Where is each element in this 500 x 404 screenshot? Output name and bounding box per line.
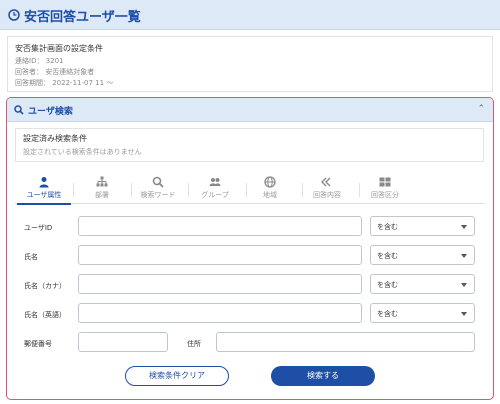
name-kana-input[interactable] xyxy=(78,274,362,294)
clock-icon xyxy=(8,9,20,21)
applied-conditions-box: 設定済み検索条件 設定されている検索条件はありません xyxy=(15,128,484,162)
page-header: 安否回答ユーザ一覧 xyxy=(0,0,500,30)
applied-conditions-empty: 設定されている検索条件はありません xyxy=(23,148,142,156)
user-search-title: ユーザ検索 xyxy=(28,107,73,117)
tab-search-word[interactable]: 検索ワード xyxy=(131,172,185,204)
caret-down-icon xyxy=(461,254,467,258)
org-tree-icon xyxy=(96,176,108,187)
name-english-label: 氏名（英語） xyxy=(24,311,66,319)
page-title: 安否回答ユーザ一覧 xyxy=(24,10,141,25)
postal-code-label: 郵便番号 xyxy=(24,340,52,348)
magnifier-icon xyxy=(152,176,164,188)
tab-department[interactable]: 部署 xyxy=(75,172,129,204)
settings-title: 安否集計画面の設定条件 xyxy=(15,44,103,53)
grid-icon xyxy=(379,177,391,187)
tab-user-attributes[interactable]: ユーザ属性 xyxy=(17,172,71,205)
postal-code-input[interactable] xyxy=(78,332,168,352)
tab-divider xyxy=(73,183,74,197)
caret-down-icon xyxy=(461,312,467,316)
settings-row-respondent: 回答者： 安否連絡対象者 xyxy=(15,68,95,76)
name-label: 氏名 xyxy=(24,253,38,261)
reply-icon xyxy=(321,177,331,187)
person-icon xyxy=(39,177,49,188)
search-tabs: ユーザ属性 部署 検索ワード グループ 地域 回答内容 回答区分 xyxy=(15,172,484,205)
user-id-label: ユーザID xyxy=(24,224,53,232)
name-english-match-select[interactable]: を含む xyxy=(370,303,475,323)
user-search-header[interactable]: ユーザ検索 ⌃ xyxy=(7,98,493,122)
name-kana-match-select[interactable]: を含む xyxy=(370,274,475,294)
tab-answer-content[interactable]: 回答内容 xyxy=(300,172,354,204)
search-icon xyxy=(14,105,24,115)
chevron-up-icon[interactable]: ⌃ xyxy=(477,104,485,114)
tab-answer-category[interactable]: 回答区分 xyxy=(358,172,412,204)
tab-region[interactable]: 地域 xyxy=(243,172,297,204)
user-id-match-select[interactable]: を含む xyxy=(370,216,475,236)
name-english-input[interactable] xyxy=(78,303,362,323)
search-button[interactable]: 検索する xyxy=(271,366,375,386)
group-icon xyxy=(209,178,221,186)
caret-down-icon xyxy=(461,225,467,229)
caret-down-icon xyxy=(461,283,467,287)
user-id-input[interactable] xyxy=(78,216,362,236)
address-input[interactable] xyxy=(216,332,475,352)
name-kana-label: 氏名（カナ） xyxy=(24,282,66,290)
applied-conditions-title: 設定済み検索条件 xyxy=(23,134,87,143)
name-match-select[interactable]: を含む xyxy=(370,245,475,265)
settings-row-contact-id: 連絡ID： 3201 xyxy=(15,57,64,65)
address-label: 住所 xyxy=(187,340,201,348)
settings-row-period: 回答期間： 2022-11-07 11 〜 xyxy=(15,79,114,87)
name-input[interactable] xyxy=(78,245,362,265)
settings-panel: 安否集計画面の設定条件 連絡ID： 3201 回答者： 安否連絡対象者 回答期間… xyxy=(7,36,493,92)
clear-conditions-button[interactable]: 検索条件クリア xyxy=(125,366,229,386)
user-search-panel: ユーザ検索 ⌃ 設定済み検索条件 設定されている検索条件はありません ユーザ属性… xyxy=(6,97,494,400)
globe-icon xyxy=(264,176,276,188)
tab-group[interactable]: グループ xyxy=(188,172,242,204)
